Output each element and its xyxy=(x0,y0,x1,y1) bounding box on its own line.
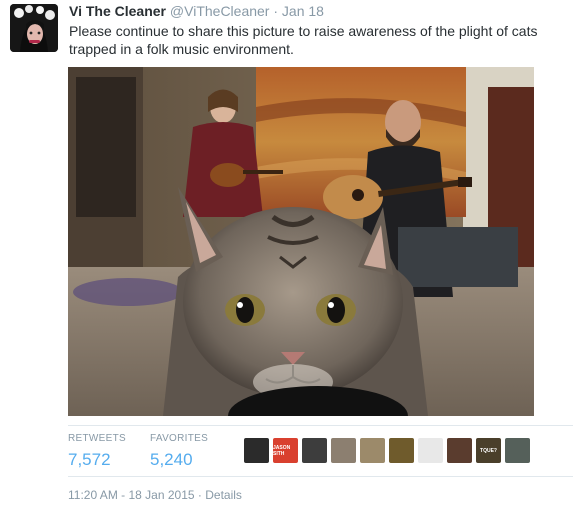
timestamp-date[interactable]: 18 Jan 2015 xyxy=(129,488,195,502)
faver-avatar-2[interactable]: JASON SITH xyxy=(273,438,298,463)
faver-avatar-5[interactable] xyxy=(360,438,385,463)
favorites-label[interactable]: FAVORITES xyxy=(150,433,208,444)
separator-dot: · xyxy=(273,3,279,19)
divider-bottom xyxy=(68,476,573,477)
avatar[interactable] xyxy=(10,4,58,52)
avatar-image xyxy=(10,4,58,52)
faver-avatar-9-label: TQUE? xyxy=(480,447,497,454)
faver-avatar-4[interactable] xyxy=(331,438,356,463)
details-separator: · xyxy=(197,488,202,502)
tweet-date-link[interactable]: Jan 18 xyxy=(282,3,324,19)
retweets-stat[interactable]: RETWEETS 7,572 xyxy=(68,433,126,470)
divider-top xyxy=(68,425,573,426)
favorites-stat[interactable]: FAVORITES 5,240 xyxy=(150,433,208,470)
timestamp-separator: - xyxy=(121,488,126,502)
favorites-count[interactable]: 5,240 xyxy=(150,450,208,470)
faver-avatar-10[interactable] xyxy=(505,438,530,463)
faver-avatar-2-label: JASON SITH xyxy=(273,444,291,457)
faver-avatar-6[interactable] xyxy=(389,438,414,463)
user-handle[interactable]: @ViTheCleaner xyxy=(170,3,270,19)
faver-avatar-9[interactable]: TQUE? xyxy=(476,438,501,463)
photo-cat-folk-musicians xyxy=(68,67,534,416)
favoriter-avatars: JASON SITH TQUE? xyxy=(244,438,530,463)
faver-avatar-8[interactable] xyxy=(447,438,472,463)
timestamp-time[interactable]: 11:20 AM xyxy=(68,488,118,502)
tweet-timestamp: 11:20 AM - 18 Jan 2015 · Details xyxy=(68,488,242,502)
faver-avatar-3[interactable] xyxy=(302,438,327,463)
display-name[interactable]: Vi The Cleaner xyxy=(69,3,166,19)
retweets-label[interactable]: RETWEETS xyxy=(68,433,126,444)
retweets-count[interactable]: 7,572 xyxy=(68,450,126,470)
tweet-photo[interactable] xyxy=(68,67,534,416)
tweet-text: Please continue to share this picture to… xyxy=(69,23,538,57)
faver-avatar-1[interactable] xyxy=(244,438,269,463)
faver-avatar-7[interactable] xyxy=(418,438,443,463)
tweet-header: Vi The Cleaner @ViTheCleaner · Jan 18 xyxy=(69,3,324,19)
details-link[interactable]: Details xyxy=(205,488,242,502)
